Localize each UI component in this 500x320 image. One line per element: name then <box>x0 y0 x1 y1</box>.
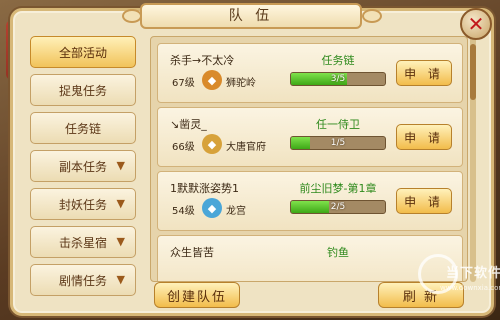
team-row: 众生皆苦 钓鱼 <box>157 235 463 281</box>
leader-sect: 狮驼岭 <box>226 78 256 89</box>
member-count: 1/5 <box>330 138 346 148</box>
sidebar-item-6[interactable]: 剧情任务 ▼ <box>30 264 136 296</box>
dragon-palace-sect-icon: ◆ <box>202 198 222 218</box>
close-button[interactable]: ✕ <box>460 8 492 40</box>
sidebar-item-label: 剧情任务 <box>58 273 107 288</box>
apply-button[interactable]: 申 请 <box>396 60 452 86</box>
sidebar-item-4[interactable]: 封妖任务 ▼ <box>30 188 136 220</box>
sidebar-item-3[interactable]: 副本任务 ▼ <box>30 150 136 182</box>
member-progress-bar: 1/5 <box>290 136 386 150</box>
team-leader-name: 众生皆苦 <box>170 246 214 259</box>
team-activity: 钓鱼 <box>327 246 349 259</box>
chevron-down-icon: ▼ <box>116 159 125 172</box>
team-leader-name: 杀手→不太冷 <box>170 54 235 67</box>
refresh-button[interactable]: 刷 新 <box>378 282 464 308</box>
leader-sect: 龙宫 <box>226 206 246 217</box>
sidebar-item-label: 封妖任务 <box>58 197 107 212</box>
team-activity: 前尘旧梦-第1章 <box>299 182 377 195</box>
sidebar-item-2[interactable]: 任务链 <box>30 112 136 144</box>
team-leader-name: ↘凿灵_ <box>170 118 207 131</box>
sidebar-item-0[interactable]: 全部活动 <box>30 36 136 68</box>
team-row: 1默默涨姿势1 54级 ◆ 龙宫 前尘旧梦-第1章 2/5 申 请 <box>157 171 463 231</box>
sidebar-item-label: 副本任务 <box>58 159 107 174</box>
sidebar-item-5[interactable]: 击杀星宿 ▼ <box>30 226 136 258</box>
window-title: 队 伍 <box>140 3 362 29</box>
close-icon: ✕ <box>467 12 485 36</box>
title-flourish-left <box>122 9 142 23</box>
chevron-down-icon: ▼ <box>116 197 125 210</box>
member-progress-bar: 3/5 <box>290 72 386 86</box>
scrollbar-thumb[interactable] <box>470 44 476 100</box>
sidebar-item-label: 捉鬼任务 <box>58 83 107 98</box>
leader-sect: 大唐官府 <box>226 142 266 153</box>
sidebar-item-label: 击杀星宿 <box>58 235 107 250</box>
member-count: 2/5 <box>330 202 346 212</box>
sidebar-item-1[interactable]: 捉鬼任务 <box>30 74 136 106</box>
apply-button[interactable]: 申 请 <box>396 188 452 214</box>
team-list-scrollbar[interactable] <box>470 36 476 282</box>
chevron-down-icon: ▼ <box>116 235 125 248</box>
sidebar-item-label: 全部活动 <box>58 45 107 60</box>
tang-court-sect-icon: ◆ <box>202 134 222 154</box>
team-activity: 任务链 <box>321 54 355 67</box>
activity-sidebar: 全部活动捉鬼任务任务链副本任务 ▼ 封妖任务 ▼ 击杀星宿 ▼ 剧情任务 ▼ <box>30 36 140 302</box>
member-count: 3/5 <box>330 74 346 84</box>
team-row: ↘凿灵_ 66级 ◆ 大唐官府 任一侍卫 1/5 申 请 <box>157 107 463 167</box>
team-leader-name: 1默默涨姿势1 <box>170 182 239 195</box>
title-flourish-right <box>362 9 382 23</box>
team-activity: 任一侍卫 <box>316 118 360 131</box>
team-row: 杀手→不太冷 67级 ◆ 狮驼岭 任务链 3/5 申 请 <box>157 43 463 103</box>
apply-button[interactable]: 申 请 <box>396 124 452 150</box>
lion-camel-sect-icon: ◆ <box>202 70 222 90</box>
chevron-down-icon: ▼ <box>116 273 125 286</box>
create-team-button[interactable]: 创建队伍 <box>154 282 240 308</box>
leader-level: 66级 <box>172 142 195 153</box>
sidebar-item-label: 任务链 <box>64 121 101 136</box>
leader-level: 67级 <box>172 78 195 89</box>
leader-level: 54级 <box>172 206 195 217</box>
team-list[interactable]: 杀手→不太冷 67级 ◆ 狮驼岭 任务链 3/5 申 请 ↘凿灵_ 66级 ◆ 大唐官府 任一侍卫 1/… <box>150 36 468 282</box>
member-progress-bar: 2/5 <box>290 200 386 214</box>
